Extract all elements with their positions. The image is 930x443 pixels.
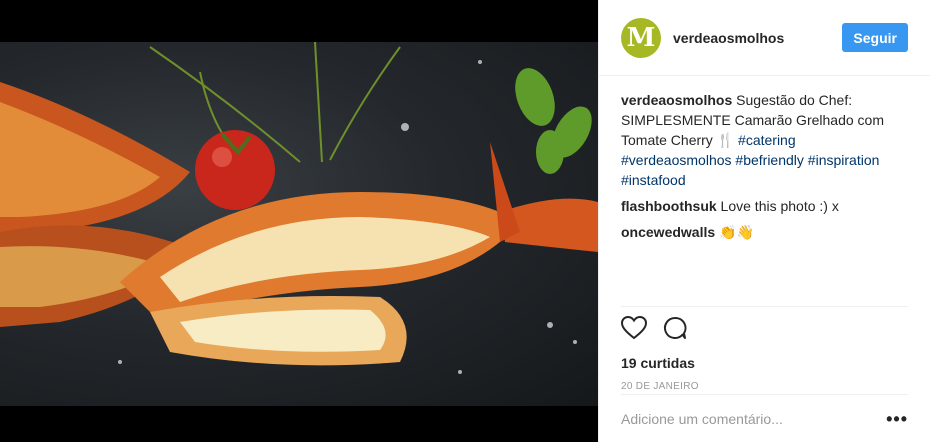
caption-username[interactable]: verdeaosmolhos	[621, 92, 732, 108]
comments-list: verdeaosmolhos Sugestão do Chef: SIMPLES…	[599, 76, 930, 290]
comment-text: Love this photo :) x	[716, 198, 839, 214]
post-photo[interactable]	[0, 42, 598, 406]
more-options-icon[interactable]: •••	[886, 409, 908, 430]
comment-icon[interactable]	[663, 316, 687, 345]
shrimp-photo-illustration	[0, 42, 598, 374]
hashtag-link[interactable]: #inspiration	[808, 152, 880, 168]
hashtag-link[interactable]: #verdeaosmolhos	[621, 152, 732, 168]
comment-item: flashboothsuk Love this photo :) x	[621, 196, 908, 216]
comment-input[interactable]	[621, 411, 887, 427]
hashtag-link[interactable]: #catering	[738, 132, 796, 148]
comment-text: 👏👋	[715, 224, 754, 240]
action-icons	[620, 315, 908, 345]
post-sidebar: M verdeaosmolhos Seguir verdeaosmolhos S…	[598, 0, 930, 442]
heart-icon[interactable]	[620, 315, 648, 345]
post-header: M verdeaosmolhos Seguir	[599, 0, 930, 76]
caption: verdeaosmolhos Sugestão do Chef: SIMPLES…	[621, 90, 908, 190]
hashtag-link[interactable]: #befriendly	[735, 152, 804, 168]
comment-username[interactable]: oncewedwalls	[621, 224, 715, 240]
post-actions: 19 curtidas 20 DE JANEIRO	[620, 306, 908, 392]
add-comment-bar: •••	[621, 394, 908, 443]
comment-item: oncewedwalls 👏👋	[621, 222, 908, 242]
hashtag-link[interactable]: #instafood	[621, 172, 686, 188]
post-date[interactable]: 20 DE JANEIRO	[621, 381, 908, 392]
comment-username[interactable]: flashboothsuk	[621, 198, 717, 214]
follow-button[interactable]: Seguir	[842, 23, 908, 52]
header-username[interactable]: verdeaosmolhos	[673, 30, 842, 46]
avatar[interactable]: M	[621, 17, 661, 58]
post-modal: M verdeaosmolhos Seguir verdeaosmolhos S…	[0, 0, 930, 442]
likes-count[interactable]: 19 curtidas	[621, 355, 908, 371]
avatar-letter: M	[626, 22, 656, 53]
post-media	[0, 0, 598, 442]
